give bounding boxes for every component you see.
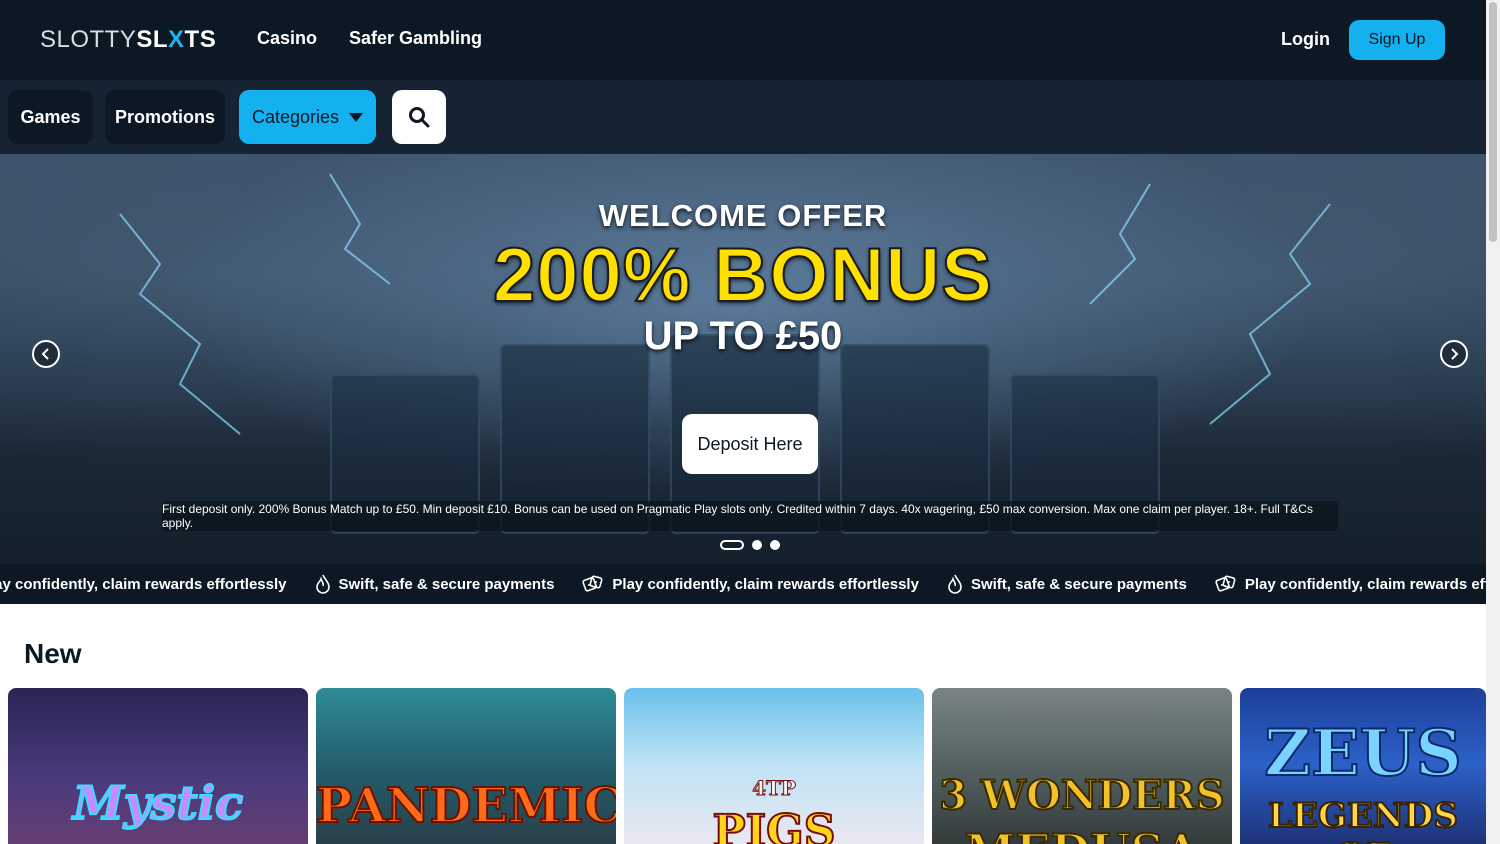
promotions-button[interactable]: Promotions — [105, 90, 225, 144]
login-link[interactable]: Login — [1281, 29, 1330, 50]
chevron-left-icon — [41, 348, 49, 360]
ticker-text: Play confidently, claim rewards effortle… — [1244, 575, 1486, 593]
ticker-text: lay confidently, claim rewards effortles… — [0, 575, 287, 593]
nav-casino[interactable]: Casino — [257, 28, 317, 49]
carousel-prev-button[interactable] — [32, 340, 60, 368]
section-title-new: New — [24, 638, 82, 669]
dice-icon — [1215, 575, 1236, 592]
ticker-item: Swift, safe & secure payments — [315, 574, 583, 594]
chevron-right-icon — [1451, 348, 1459, 360]
hero-banner: WELCOME OFFER 200% BONUS UP TO £50 Depos… — [0, 154, 1486, 564]
ticker-item: Play confidently, claim rewards effortle… — [1215, 574, 1486, 594]
game-title: Mystic — [72, 775, 244, 831]
game-card[interactable]: PANDEMIC — [316, 688, 616, 844]
hero-welcome-text: WELCOME OFFER — [598, 198, 888, 233]
nav-safer-gambling[interactable]: Safer Gambling — [349, 28, 482, 49]
terms-text: First deposit only. 200% Bonus Match up … — [162, 501, 1338, 531]
game-title: PANDEMIC — [316, 777, 616, 835]
categories-label: Categories — [251, 106, 340, 127]
page-scrollbar[interactable] — [1486, 0, 1500, 844]
ticker-track: lay confidently, claim rewards effortles… — [0, 564, 1486, 604]
carousel-dot-2[interactable] — [752, 540, 762, 550]
ticker-text: Swift, safe & secure payments — [338, 575, 555, 593]
carousel-dots — [720, 540, 780, 550]
logo-text-bold: SLXTS — [136, 26, 217, 53]
game-badge: 4TP — [752, 776, 797, 801]
games-button[interactable]: Games — [8, 90, 93, 144]
flame-icon — [948, 574, 962, 594]
game-card[interactable]: 4TP PIGS — [624, 688, 924, 844]
logo-text-light: SLOTTY — [40, 26, 137, 53]
category-bar: Games Promotions Categories — [0, 80, 1486, 154]
ticker-item: Swift, safe & secure payments — [947, 574, 1215, 594]
ticker-item: lay confidently, claim rewards effortles… — [0, 576, 315, 593]
game-card[interactable]: 3 WONDERS MEDUSA — [932, 688, 1232, 844]
ticker-text: Play confidently, claim rewards effortle… — [612, 575, 919, 593]
ticker-text: Swift, safe & secure payments — [970, 575, 1187, 593]
game-title: ZEUS — [1263, 715, 1463, 792]
game-subtitle: MEDUSA — [932, 823, 1232, 844]
search-button[interactable] — [392, 90, 446, 144]
flame-icon — [315, 574, 330, 594]
categories-dropdown[interactable]: Categories — [239, 90, 376, 144]
caret-down-icon — [349, 112, 364, 122]
signup-button[interactable]: Sign Up — [1349, 20, 1445, 60]
ticker-item: Play confidently, claim rewards effortle… — [582, 574, 947, 594]
game-card[interactable]: Mystic — [8, 688, 308, 844]
search-icon — [409, 107, 430, 128]
game-card[interactable]: ZEUS LEGENDS OF — [1240, 688, 1486, 844]
main-nav: Casino Safer Gambling — [257, 28, 482, 49]
game-title: PIGS — [711, 805, 836, 844]
carousel-dot-1[interactable] — [720, 540, 744, 550]
dice-icon — [582, 575, 603, 592]
carousel-next-button[interactable] — [1440, 340, 1468, 368]
site-logo[interactable]: SLOTTY SLXTS — [40, 26, 217, 53]
hero-upto-text: UP TO £50 — [643, 314, 843, 358]
game-subtitle: LEGENDS OF — [1267, 795, 1459, 844]
hero-bonus-text: 200% BONUS — [492, 232, 993, 319]
deposit-button[interactable]: Deposit Here — [682, 414, 818, 474]
game-title: 3 WONDERS — [938, 771, 1225, 820]
scrollbar-thumb[interactable] — [1489, 2, 1497, 242]
site-header: SLOTTY SLXTS Casino Safer Gambling Login… — [0, 0, 1486, 80]
carousel-dot-3[interactable] — [770, 540, 780, 550]
feature-ticker: lay confidently, claim rewards effortles… — [0, 564, 1486, 604]
